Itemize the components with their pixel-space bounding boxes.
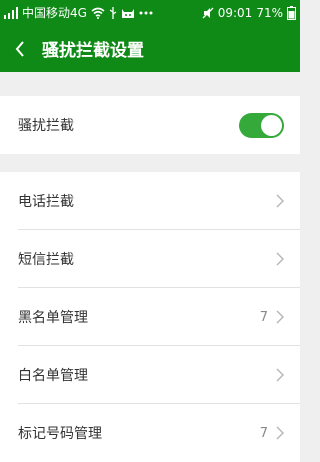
chevron-right-icon	[276, 194, 284, 208]
menu-item-label: 标记号码管理	[18, 426, 102, 442]
signal-icon	[4, 6, 18, 19]
menu-item-call-block[interactable]: 电话拦截	[0, 172, 300, 230]
harassment-block-switch[interactable]	[239, 112, 284, 138]
switch-knob	[261, 114, 282, 136]
cat-icon	[121, 7, 135, 19]
toggle-section: 骚扰拦截	[0, 96, 300, 154]
mute-icon	[202, 7, 214, 19]
chevron-right-icon	[276, 426, 284, 440]
menu-item-count: 7	[259, 425, 268, 441]
battery-icon	[287, 5, 296, 20]
clock-text: 09:01	[217, 5, 253, 20]
more-dots-icon	[139, 11, 153, 15]
chevron-right-icon	[276, 310, 284, 324]
status-bar: 中国移动4G 09:01 71%	[0, 0, 300, 25]
menu-item-sms-block[interactable]: 短信拦截	[0, 230, 300, 288]
menu-item-blacklist[interactable]: 黑名单管理 7	[0, 288, 300, 346]
wifi-icon	[91, 7, 105, 19]
page-title: 骚扰拦截设置	[42, 41, 144, 61]
chevron-right-icon	[276, 252, 284, 266]
menu-item-label: 黑名单管理	[18, 310, 88, 326]
app-bar: 骚扰拦截设置	[0, 25, 300, 72]
menu-item-whitelist[interactable]: 白名单管理	[0, 346, 300, 404]
back-arrow-icon	[15, 40, 25, 57]
status-right: 09:01 71%	[202, 5, 296, 20]
chevron-right-icon	[276, 368, 284, 382]
menu-item-label: 短信拦截	[18, 252, 74, 268]
menu-item-label: 白名单管理	[18, 368, 88, 384]
menu-section: 电话拦截 短信拦截 黑名单管理 7 白名单管理 标记号码管理 7	[0, 172, 300, 462]
harassment-block-label: 骚扰拦截	[18, 118, 74, 134]
battery-text: 71%	[256, 5, 283, 20]
status-left: 中国移动4G	[4, 4, 153, 21]
usb-icon	[109, 6, 117, 19]
back-button[interactable]	[0, 25, 40, 72]
menu-item-label: 电话拦截	[18, 194, 74, 210]
harassment-block-row: 骚扰拦截	[0, 96, 300, 154]
menu-item-count: 7	[259, 309, 268, 325]
menu-item-marked-numbers[interactable]: 标记号码管理 7	[0, 404, 300, 462]
carrier-text: 中国移动4G	[22, 6, 87, 20]
